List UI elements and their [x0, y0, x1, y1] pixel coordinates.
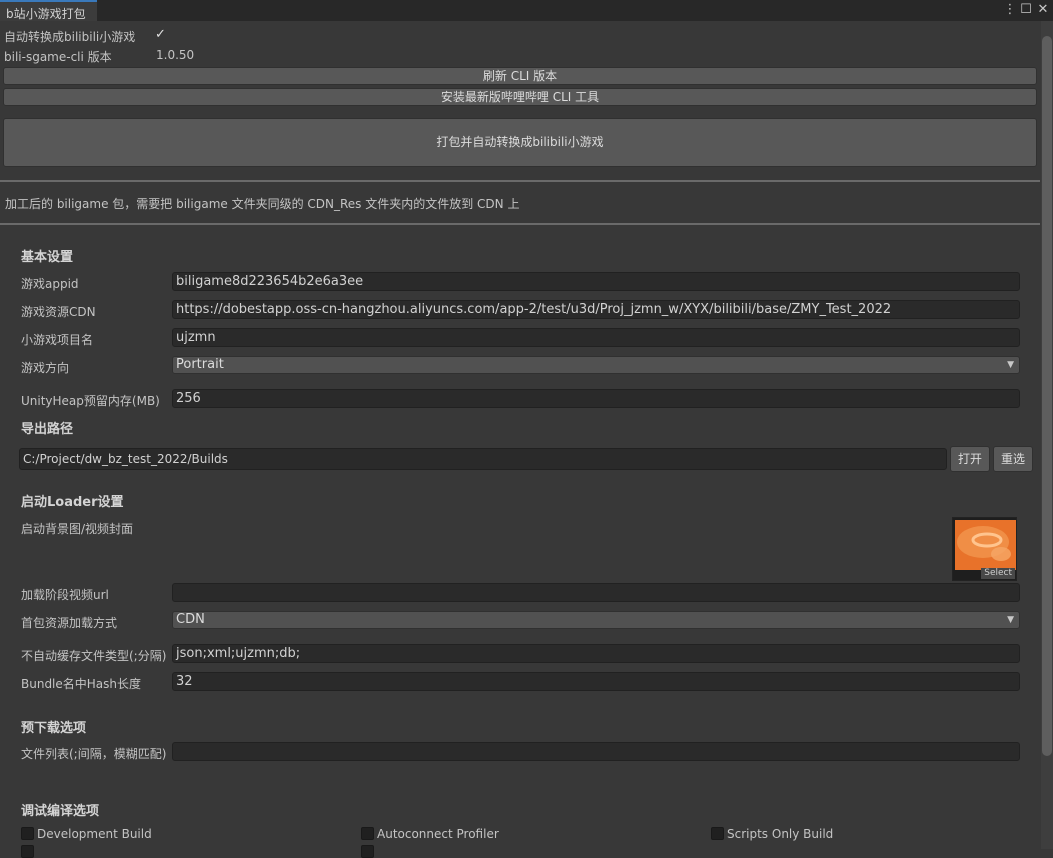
install-cli-button[interactable]: 安装最新版哔哩哔哩 CLI 工具 [3, 88, 1037, 106]
project-name-label: 小游戏项目名 [21, 333, 94, 347]
export-path-header: 导出路径 [21, 422, 74, 437]
hash-length-label: Bundle名中Hash长度 [21, 677, 142, 691]
window-tab-bar [0, 0, 1053, 21]
project-name-input[interactable]: ujzmn [172, 328, 1020, 347]
development-build-label: Development Build [37, 827, 152, 841]
preload-header: 预下载选项 [21, 721, 87, 736]
chevron-down-icon: ▼ [1007, 615, 1014, 625]
image-thumbnail-icon [955, 520, 1016, 570]
divider [0, 223, 1040, 225]
no-cache-types-input[interactable]: json;xml;ujzmn;db; [172, 644, 1020, 663]
load-mode-value: CDN [176, 612, 205, 627]
appid-input[interactable]: biligame8d223654b2e6a3ee [172, 272, 1020, 291]
loader-settings-header: 启动Loader设置 [21, 495, 124, 510]
cdn-label: 游戏资源CDN [21, 305, 96, 319]
select-label[interactable]: Select [981, 568, 1015, 579]
orientation-value: Portrait [176, 357, 224, 372]
autoconnect-profiler-checkbox[interactable] [361, 827, 374, 840]
close-icon[interactable]: ✕ [1036, 2, 1050, 18]
preload-files-input[interactable] [172, 742, 1020, 761]
no-cache-types-label: 不自动缓存文件类型(;分隔) [21, 649, 167, 663]
orientation-dropdown[interactable]: Portrait ▼ [172, 356, 1020, 374]
debug-option-checkbox[interactable] [21, 845, 34, 858]
build-and-convert-button[interactable]: 打包并自动转换成bilibili小游戏 [3, 118, 1037, 167]
video-url-input[interactable] [172, 583, 1020, 602]
bg-image-label: 启动背景图/视频封面 [21, 522, 134, 536]
bg-image-picker[interactable]: Select [952, 517, 1017, 581]
cdn-input[interactable]: https://dobestapp.oss-cn-hangzhou.aliyun… [172, 300, 1020, 319]
chevron-down-icon: ▼ [1007, 360, 1014, 370]
development-build-checkbox[interactable] [21, 827, 34, 840]
scripts-only-build-checkbox[interactable] [711, 827, 724, 840]
scripts-only-build-label: Scripts Only Build [727, 827, 834, 841]
refresh-cli-button[interactable]: 刷新 CLI 版本 [3, 67, 1037, 85]
maximize-icon[interactable]: ☐ [1019, 2, 1033, 18]
auto-convert-checkbox[interactable]: ✓ [155, 28, 169, 42]
export-path-input[interactable]: C:/Project/dw_bz_test_2022/Builds [19, 448, 947, 470]
cli-version-label: bili-sgame-cli 版本 [4, 50, 112, 64]
tab-title: b站小游戏打包 [6, 7, 86, 21]
load-mode-label: 首包资源加载方式 [21, 616, 118, 630]
unity-heap-input[interactable]: 256 [172, 389, 1020, 408]
video-url-label: 加载阶段视频url [21, 588, 109, 602]
basic-settings-header: 基本设置 [21, 250, 74, 265]
cdn-note: 加工后的 biligame 包，需要把 biligame 文件夹同级的 CDN_… [5, 197, 520, 211]
reselect-folder-button[interactable]: 重选 [993, 446, 1033, 472]
auto-convert-label: 自动转换成bilibili小游戏 [4, 30, 136, 44]
preload-files-label: 文件列表(;间隔，模糊匹配) [21, 747, 167, 761]
open-folder-button[interactable]: 打开 [950, 446, 990, 472]
cli-version-value: 1.0.50 [156, 48, 195, 62]
debug-option-checkbox[interactable] [361, 845, 374, 858]
unity-heap-label: UnityHeap预留内存(MB) [21, 394, 160, 408]
load-mode-dropdown[interactable]: CDN ▼ [172, 611, 1020, 629]
debug-options-header: 调试编译选项 [21, 804, 100, 819]
orientation-label: 游戏方向 [21, 361, 70, 375]
appid-label: 游戏appid [21, 277, 79, 291]
divider [0, 180, 1040, 182]
tab-bzhan-build[interactable]: b站小游戏打包 [0, 0, 97, 21]
more-menu-icon[interactable]: ⋮ [1003, 2, 1017, 18]
hash-length-input[interactable]: 32 [172, 672, 1020, 691]
autoconnect-profiler-label: Autoconnect Profiler [377, 827, 499, 841]
scrollbar-thumb[interactable] [1042, 36, 1052, 756]
